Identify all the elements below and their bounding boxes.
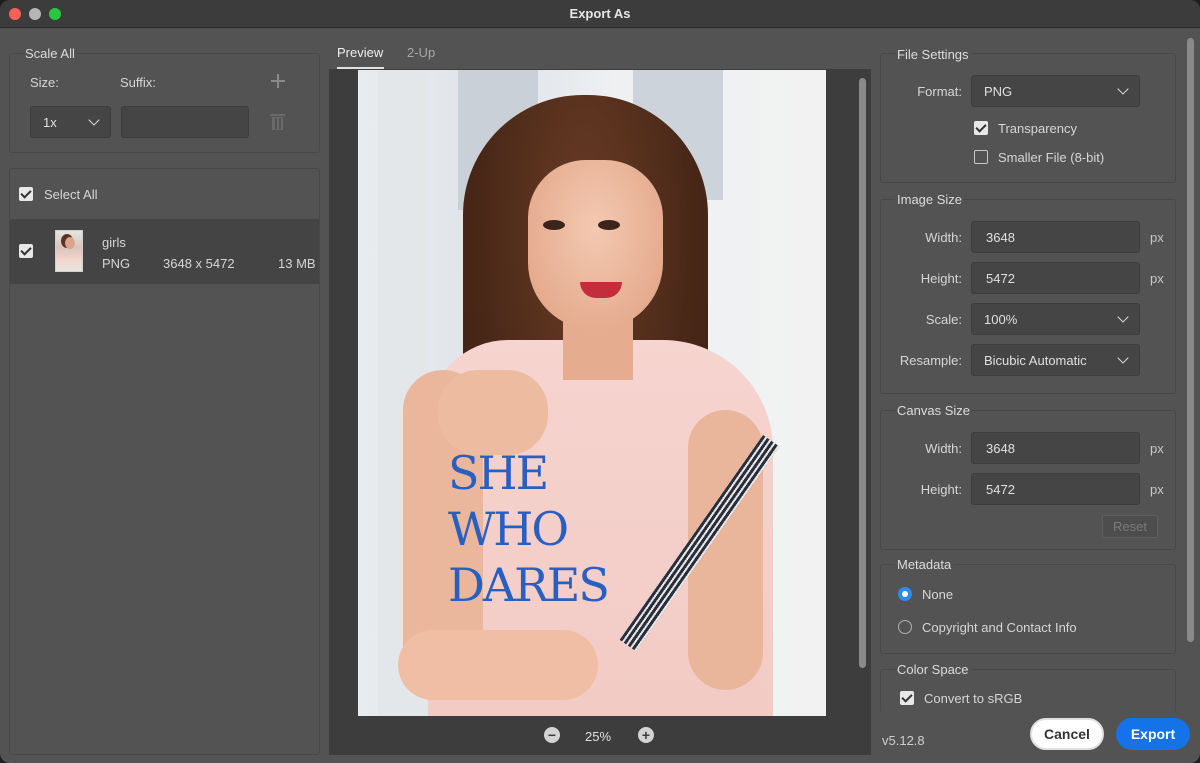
resample-select-value: Bicubic Automatic [984,352,1087,368]
preview-image: SHE WHO DARES [358,70,826,716]
image-width-unit: px [1150,230,1164,245]
metadata-none-label: None [922,587,954,602]
title-bar: Export As [0,0,1200,28]
convert-srgb-label: Convert to sRGB [924,691,1023,706]
chevron-down-icon [1117,352,1129,364]
cancel-button[interactable]: Cancel [1030,718,1104,750]
chevron-down-icon [1117,311,1129,323]
metadata-group [880,564,1176,654]
canvas-width-label: Width: [925,441,962,456]
window-title: Export As [569,6,631,21]
scale-select-value: 100% [984,311,1018,327]
image-size-title: Image Size [895,192,965,207]
settings-scrollbar[interactable] [1187,38,1194,642]
image-height-label: Height: [920,271,962,286]
metadata-title: Metadata [895,557,954,572]
image-height-input[interactable]: 5472 [971,262,1140,294]
format-label: Format: [917,84,962,99]
version-label: v5.12.8 [882,733,925,748]
canvas-width-unit: px [1150,441,1164,456]
asset-checkbox[interactable] [19,244,33,258]
transparency-label: Transparency [998,121,1077,136]
canvas-size-title: Canvas Size [895,403,972,418]
image-width-label: Width: [925,230,962,245]
scale-select[interactable]: 100% [971,303,1140,335]
size-select[interactable]: 1x [30,106,111,138]
trash-icon[interactable] [270,113,285,130]
smaller-file-checkbox[interactable] [974,150,988,164]
scale-label: Scale: [925,312,962,327]
scale-all-title: Scale All [23,46,77,61]
resample-select[interactable]: Bicubic Automatic [971,344,1140,376]
select-all-checkbox[interactable] [19,187,33,201]
suffix-label: Suffix: [120,75,156,90]
file-settings-title: File Settings [895,47,971,62]
preview-scrollbar[interactable] [859,78,866,668]
export-button[interactable]: Export [1116,718,1190,750]
transparency-checkbox[interactable] [974,121,988,135]
resample-label: Resample: [899,353,962,368]
scale-all-group [9,53,320,153]
shirt-print: SHE WHO DARES [448,446,610,612]
reset-button[interactable]: Reset [1102,515,1158,538]
export-as-dialog: Export As Scale All Size: Suffix: 1x Sel… [0,0,1200,763]
image-width-input[interactable]: 3648 [971,221,1140,253]
metadata-copyright-label: Copyright and Contact Info [922,620,1077,635]
suffix-input[interactable] [121,106,249,138]
canvas-width-input[interactable]: 3648 [971,432,1140,464]
select-all-label: Select All [44,187,98,202]
metadata-none-radio[interactable] [898,587,912,601]
chevron-down-icon [1117,83,1129,95]
metadata-copyright-radio[interactable] [898,620,912,634]
asset-name: girls [102,235,126,250]
canvas-height-input[interactable]: 5472 [971,473,1140,505]
image-height-unit: px [1150,271,1164,286]
asset-format: PNG [102,256,131,271]
zoom-level: 25% [585,729,612,744]
color-space-title: Color Space [895,662,971,677]
size-select-value: 1x [43,114,57,130]
canvas-height-label: Height: [920,482,962,497]
format-select[interactable]: PNG [971,75,1140,107]
format-select-value: PNG [984,83,1013,99]
add-scale-icon[interactable] [270,73,286,89]
size-label: Size: [30,75,59,90]
asset-size: 13 MB [278,256,316,271]
asset-dimensions: 3648 x 5472 [163,256,235,271]
canvas-height-unit: px [1150,482,1164,497]
tab-2-up[interactable]: 2-Up [407,45,435,60]
asset-thumbnail [55,230,83,272]
smaller-file-label: Smaller File (8-bit) [998,150,1105,165]
zoom-out-icon[interactable]: − [544,727,560,743]
convert-srgb-checkbox[interactable] [900,691,914,705]
zoom-in-icon[interactable]: + [638,727,654,743]
chevron-down-icon [88,114,100,126]
tab-preview[interactable]: Preview [337,45,383,60]
